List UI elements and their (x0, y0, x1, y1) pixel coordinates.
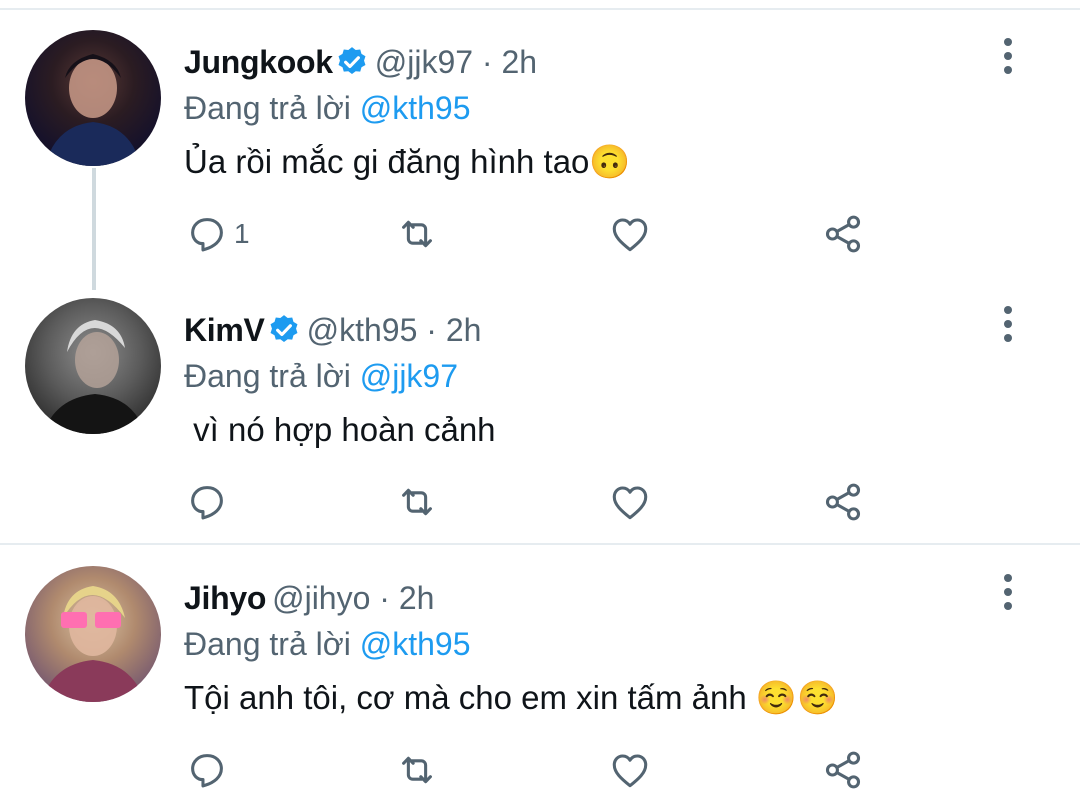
share-button[interactable] (820, 478, 866, 526)
tweet-header: Jihyo @jihyo · 2h (184, 576, 434, 620)
reply-button[interactable]: 1 (184, 210, 250, 258)
reply-bubble-icon (191, 486, 223, 520)
tweet-text: Tội anh tôi, cơ mà cho em xin tấm ảnh ☺️… (184, 679, 839, 716)
share-button[interactable] (820, 210, 866, 258)
share-icon (825, 483, 861, 521)
replying-to: Đang trả lời @kth95 (184, 622, 470, 666)
reply-button[interactable] (184, 746, 234, 794)
heart-icon (612, 486, 648, 520)
avatar-jungkook[interactable] (25, 30, 161, 166)
avatar-photo-icon (45, 54, 141, 166)
replying-label: Đang trả lời (184, 358, 360, 394)
avatar-kimv[interactable] (25, 298, 161, 434)
mention-link[interactable]: @kth95 (360, 626, 471, 662)
tweet-header: KimV @kth95 · 2h (184, 308, 481, 352)
action-bar (0, 478, 1080, 526)
mention-link[interactable]: @jjk97 (360, 358, 458, 394)
mention-link[interactable]: @kth95 (360, 90, 471, 126)
tweet-divider (0, 543, 1080, 545)
verified-badge-icon (270, 315, 298, 343)
like-button[interactable] (607, 478, 653, 526)
verified-badge-icon (338, 47, 366, 75)
retweet-button[interactable] (394, 746, 440, 794)
handle-time: @kth95 · 2h (306, 312, 482, 348)
replying-label: Đang trả lời (184, 90, 360, 126)
replying-label: Đang trả lời (184, 626, 360, 662)
replying-to: Đang trả lời @jjk97 (184, 354, 458, 398)
retweet-button[interactable] (394, 210, 440, 258)
avatar-jihyo[interactable] (25, 566, 161, 702)
like-button[interactable] (607, 210, 653, 258)
retweet-icon (402, 488, 432, 516)
more-vertical-icon[interactable] (994, 304, 1022, 344)
tweet-kimv[interactable]: KimV @kth95 · 2h Đang trả lời @jjk97 vì n… (0, 278, 1080, 544)
action-bar (0, 746, 1080, 794)
replying-to: Đang trả lời @kth95 (184, 86, 470, 130)
reply-bubble-icon (191, 218, 223, 252)
tweet-jungkook[interactable]: Jungkook @jjk97 · 2h Đang trả lời @kth95 … (0, 10, 1080, 272)
tweet-text: vì nó hợp hoàn cảnh (184, 411, 496, 448)
retweet-icon (402, 756, 432, 784)
retweet-button[interactable] (394, 478, 440, 526)
display-name[interactable]: KimV (184, 312, 265, 348)
share-button[interactable] (820, 746, 866, 794)
action-bar: 1 (0, 210, 1080, 258)
reply-bubble-icon (191, 754, 223, 788)
heart-icon (612, 218, 648, 252)
reply-button[interactable] (184, 478, 234, 526)
tweet-jihyo[interactable]: Jihyo @jihyo · 2h Đang trả lời @kth95 Tội… (0, 546, 1080, 812)
reply-count: 1 (234, 218, 250, 249)
share-icon (825, 751, 861, 789)
tweet-text: Ủa rồi mắc gi đăng hình tao🙃 (184, 143, 631, 180)
avatar-photo-icon (41, 586, 145, 702)
tweet-header: Jungkook @jjk97 · 2h (184, 40, 537, 84)
share-icon (825, 215, 861, 253)
like-button[interactable] (607, 746, 653, 794)
display-name[interactable]: Jihyo (184, 580, 266, 616)
heart-icon (612, 754, 648, 788)
display-name[interactable]: Jungkook (184, 44, 333, 80)
handle-time: @jjk97 · 2h (374, 44, 538, 80)
more-vertical-icon[interactable] (994, 572, 1022, 612)
more-vertical-icon[interactable] (994, 36, 1022, 76)
retweet-icon (402, 220, 432, 248)
avatar-photo-icon (43, 320, 145, 434)
handle-time: @jihyo · 2h (272, 580, 435, 616)
